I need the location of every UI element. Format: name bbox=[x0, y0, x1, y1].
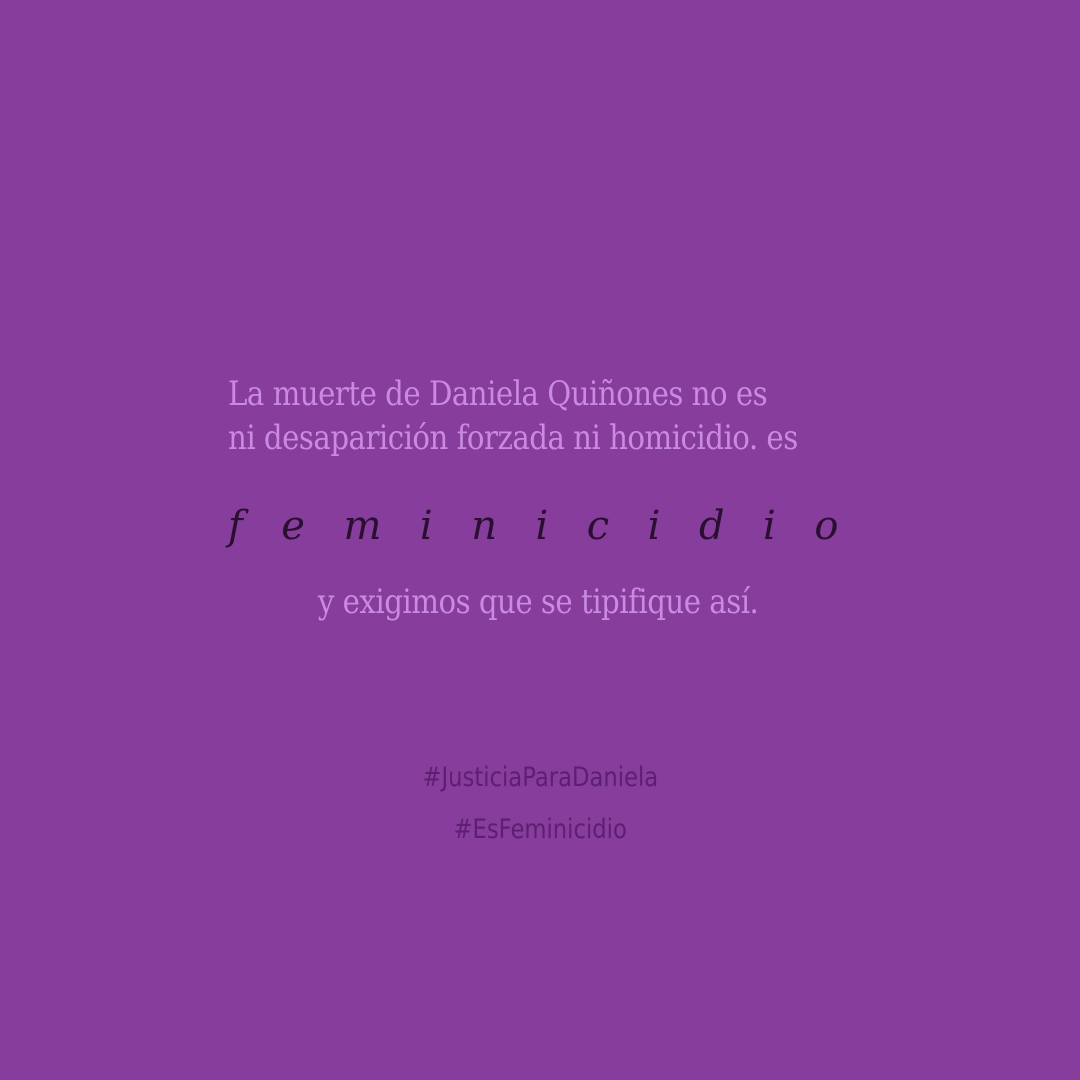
emphasis-word: feminicidio bbox=[228, 503, 877, 549]
hashtag-feminicidio: #EsFeminicidio bbox=[0, 804, 1080, 856]
post-canvas: La muerte de Daniela Quiñones no es ni d… bbox=[0, 0, 1080, 1080]
statement-text: La muerte de Daniela Quiñones no es ni d… bbox=[228, 372, 798, 460]
statement-line-2: ni desaparición forzada ni homicidio. es bbox=[228, 418, 798, 458]
hashtag-block: #JusticiaParaDaniela #EsFeminicidio bbox=[0, 752, 1080, 856]
hashtag-justicia: #JusticiaParaDaniela bbox=[0, 752, 1080, 804]
hashtag-justicia-text: #JusticiaParaDaniela bbox=[422, 762, 658, 793]
statement-line-1: La muerte de Daniela Quiñones no es bbox=[228, 374, 768, 414]
hashtag-feminicidio-text: #EsFeminicidio bbox=[453, 814, 627, 845]
closing-line: y exigimos que se tipifique así. bbox=[0, 580, 1076, 624]
closing-line-text: y exigimos que se tipifique así. bbox=[317, 582, 759, 622]
